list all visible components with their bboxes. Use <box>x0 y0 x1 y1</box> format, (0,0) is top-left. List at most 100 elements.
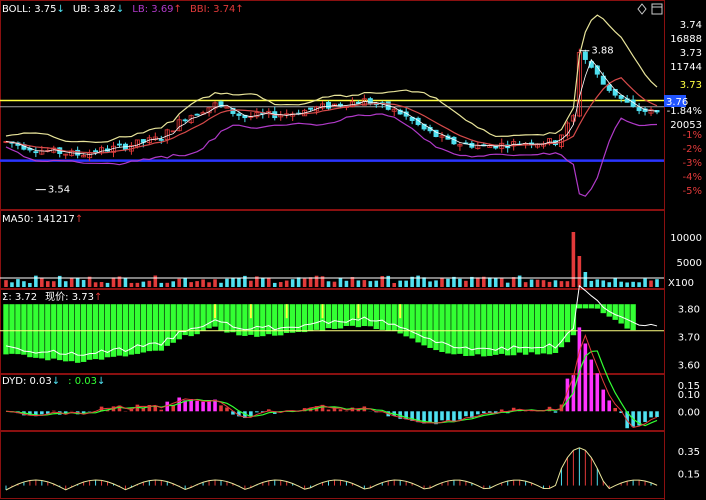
volume-bar <box>553 280 558 287</box>
window-icon[interactable] <box>651 3 663 15</box>
volume-bar <box>153 275 158 287</box>
sigma-bar <box>86 304 93 360</box>
volume-bar <box>565 281 570 287</box>
diamond-icon[interactable] <box>637 3 647 15</box>
volume-bar <box>249 280 253 287</box>
sigma-bar <box>254 304 260 337</box>
volume-bar <box>446 278 450 287</box>
volume-bar <box>607 282 612 287</box>
sigma-bar <box>624 304 630 329</box>
price-tag: 3.76 <box>664 95 688 108</box>
volume-bar <box>93 282 98 287</box>
price-axis-tick: -5% <box>683 186 702 197</box>
sigma-bar <box>230 304 236 333</box>
volume-bar <box>505 282 510 287</box>
volume-bar <box>75 278 80 287</box>
candle-body <box>75 149 81 156</box>
volume-bar <box>458 278 462 287</box>
osc-line <box>5 447 658 491</box>
volume-bar <box>655 279 659 287</box>
low-label: 3.54 <box>48 185 70 196</box>
volume-bar <box>147 280 152 287</box>
volume-bar <box>601 280 606 287</box>
volume-bar <box>195 281 199 287</box>
price-axis-tick: 11744 <box>670 62 702 73</box>
volume-bar <box>350 277 355 287</box>
price-axis-tick: 3.73 <box>680 80 702 91</box>
sigma-bar <box>618 304 624 324</box>
sigma-bar <box>331 304 338 329</box>
volume-bar <box>4 280 8 287</box>
volume-bar <box>207 282 211 287</box>
volume-bar <box>476 277 480 287</box>
legend-entry: 现价: 3.73 <box>45 291 94 303</box>
volume-bar <box>529 279 534 287</box>
legend-arrow: ↑ <box>174 4 182 15</box>
lower-band-line <box>5 113 658 197</box>
volume-legend: MA50: 141217↑ <box>2 214 83 225</box>
sigma-bar <box>63 304 69 362</box>
high-label: 3.88 <box>591 46 613 57</box>
volume-bar <box>34 275 38 287</box>
candle-body <box>582 51 588 60</box>
sigma-bar <box>367 304 374 327</box>
candle-body <box>337 103 343 107</box>
sigma-bar <box>528 304 535 353</box>
volume-bar <box>314 275 319 287</box>
volume-bar <box>404 280 408 287</box>
volume-bar <box>643 278 647 287</box>
volume-bar <box>213 279 217 287</box>
volume-bar <box>547 281 552 287</box>
sigma-bar <box>373 304 379 330</box>
legend-arrow: ↓ <box>52 376 60 387</box>
sigma-bar <box>576 304 583 309</box>
volume-bar <box>237 277 241 287</box>
sigma-bar <box>457 304 463 354</box>
sigma-bar <box>516 304 523 353</box>
volume-bar <box>266 277 271 287</box>
sigma-bar <box>188 304 194 337</box>
price-axis-ticks: 3.74168883.73117443.73-1.84%20053-1%-2%-… <box>667 20 702 197</box>
volume-bar <box>284 280 289 287</box>
volume-bar <box>344 280 349 287</box>
volume-bar <box>129 282 134 287</box>
candle-body <box>116 143 122 146</box>
volume-bar <box>201 279 205 287</box>
sigma-bar <box>594 304 600 309</box>
volume-bar <box>428 281 432 287</box>
sigma-bar <box>427 304 433 348</box>
volume-bar <box>631 281 635 287</box>
sigma-bar <box>630 304 636 331</box>
sigma-bar <box>409 304 415 339</box>
price-axis-tick: 3.74 <box>680 20 702 31</box>
sigma-bar <box>21 304 27 355</box>
candle-body <box>158 138 164 141</box>
dyd-axis-tick: 0.10 <box>678 390 700 401</box>
osc-axis-tick: 0.35 <box>678 447 700 458</box>
price-axis-tick: -4% <box>683 172 702 183</box>
candle-body <box>182 119 188 122</box>
volume-bar <box>398 280 402 287</box>
volume-bar <box>225 278 229 287</box>
volume-bar <box>619 281 623 287</box>
osc-axis-ticks: 0.35 0.15 <box>678 447 700 480</box>
volume-bar <box>10 282 14 287</box>
osc-panel-frame <box>0 431 665 499</box>
sigma-bar <box>301 304 308 333</box>
volume-bar <box>296 277 301 287</box>
sigma-bar <box>39 304 45 359</box>
sigma-bar <box>15 304 21 355</box>
dyd-signal-line <box>5 350 658 427</box>
sigma-bar <box>218 304 224 331</box>
volume-bar <box>261 278 265 287</box>
volume-bar <box>637 282 641 287</box>
sigma-bar <box>266 304 272 335</box>
volume-bar <box>290 279 295 287</box>
volume-bar <box>559 281 564 287</box>
sigma-bar <box>313 304 320 330</box>
volume-axis-ticks: 10000 5000 X100 <box>668 233 702 289</box>
sigma-bar <box>289 304 296 333</box>
volume-panel-frame <box>0 210 665 289</box>
sigma-bar <box>588 304 595 309</box>
legend-entry: BBI: 3.74 <box>190 4 235 15</box>
